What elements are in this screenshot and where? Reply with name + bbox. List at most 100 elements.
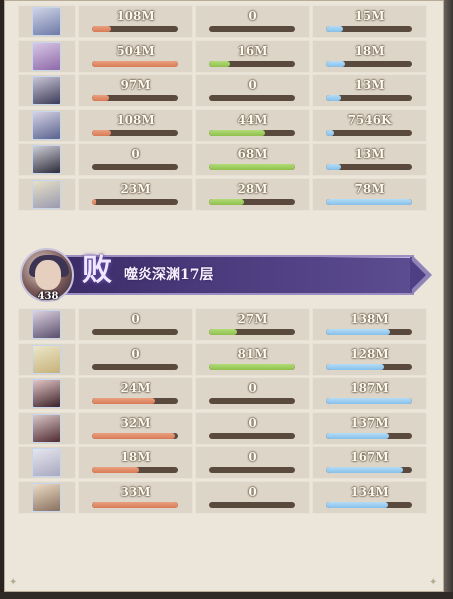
banner-decoration [320, 257, 410, 258]
damage-bar [92, 363, 178, 370]
heal-bar [326, 467, 412, 473]
damage-bar-fill [92, 60, 178, 67]
damage-bar [92, 329, 178, 335]
heal-value: 13M [354, 78, 385, 92]
damage-bar [92, 198, 178, 205]
heal-cell: 7546K [312, 108, 427, 142]
tank-cell: 16M [195, 39, 310, 73]
heal-value: 128M [350, 346, 389, 361]
heal-cell: 137M [312, 411, 427, 445]
avatar-cell [18, 177, 76, 211]
table-row: 24M 0 187M [18, 377, 427, 411]
heal-bar-fill [326, 95, 341, 101]
tank-bar [209, 60, 295, 67]
character-portrait-icon[interactable] [32, 41, 61, 71]
damage-cell: 23M [78, 177, 193, 211]
damage-bar-fill [92, 95, 110, 101]
heal-bar-fill [326, 329, 390, 335]
damage-cell: 18M [78, 446, 193, 479]
tank-cell: 0 [195, 74, 310, 107]
character-portrait-icon[interactable] [32, 76, 61, 105]
heal-cell: 167M [312, 446, 427, 479]
tank-cell: 27M [195, 308, 310, 341]
damage-value: 108M [116, 9, 155, 23]
character-portrait-icon[interactable] [32, 482, 61, 512]
damage-bar-fill [92, 26, 111, 32]
damage-cell: 32M [78, 411, 193, 445]
character-portrait-icon[interactable] [32, 310, 61, 339]
heal-bar [326, 432, 412, 439]
heal-bar [326, 164, 412, 170]
avatar-cell [18, 480, 76, 514]
tank-bar-fill [209, 329, 238, 335]
character-portrait-icon[interactable] [32, 7, 61, 36]
character-portrait-icon[interactable] [32, 110, 61, 140]
character-portrait-icon[interactable] [32, 179, 61, 209]
heal-value: 134M [350, 484, 389, 499]
tank-cell: 0 [195, 411, 310, 445]
heal-bar [326, 26, 412, 32]
heal-bar [326, 501, 412, 508]
character-portrait-icon[interactable] [32, 145, 61, 174]
hero-level: 438 [37, 291, 59, 302]
tank-value: 28M [237, 181, 268, 196]
tank-bar-fill [209, 129, 265, 136]
table-row: 0 81M 128M [18, 342, 427, 377]
heal-bar-fill [326, 164, 341, 170]
tank-bar [209, 164, 295, 170]
damage-bar [92, 398, 178, 404]
heal-value: 78M [354, 181, 385, 196]
tank-bar [209, 198, 295, 205]
avatar-cell [18, 143, 76, 176]
tank-value: 0 [248, 381, 257, 395]
heal-cell: 187M [312, 377, 427, 410]
character-portrait-icon[interactable] [32, 413, 61, 443]
tank-bar [209, 95, 295, 101]
table-row: 108M 0 15M [18, 5, 427, 39]
damage-cell: 108M [78, 5, 193, 38]
damage-cell: 0 [78, 342, 193, 376]
damage-bar [92, 501, 178, 508]
heal-value: 167M [350, 450, 389, 464]
team-banner[interactable]: 438 败 噬炎深渊17层 [20, 248, 432, 302]
character-portrait-icon[interactable] [32, 344, 61, 374]
damage-cell: 504M [78, 39, 193, 73]
character-portrait-icon[interactable] [32, 448, 61, 477]
tank-value: 0 [248, 450, 257, 464]
heal-bar-fill [326, 467, 403, 473]
heal-bar-fill [326, 398, 412, 404]
damage-cell: 0 [78, 143, 193, 176]
scrollbar[interactable] [444, 0, 453, 599]
heal-value: 137M [350, 415, 389, 430]
heal-bar [326, 129, 412, 136]
damage-value: 23M [120, 181, 151, 196]
tank-bar [209, 363, 295, 370]
heal-value: 15M [354, 9, 385, 23]
heal-value: 187M [350, 381, 389, 395]
tank-bar [209, 501, 295, 508]
damage-bar [92, 432, 178, 439]
heal-bar-fill [326, 26, 344, 32]
tank-bar [209, 329, 295, 335]
damage-cell: 33M [78, 480, 193, 514]
tank-value: 16M [237, 43, 268, 58]
damage-bar-fill [92, 432, 176, 439]
battle-result: 败 [82, 253, 112, 288]
table-row: 0 27M 138M [18, 308, 427, 342]
tank-value: 27M [237, 312, 268, 326]
tank-cell: 68M [195, 143, 310, 176]
table-row: 33M 0 134M [18, 480, 427, 515]
damage-value: 32M [120, 415, 151, 430]
avatar-cell [18, 377, 76, 410]
damage-value: 24M [120, 381, 151, 395]
character-portrait-icon[interactable] [32, 379, 61, 408]
damage-cell: 0 [78, 308, 193, 341]
damage-bar-fill [92, 398, 155, 404]
tank-bar-fill [209, 198, 245, 205]
heal-bar-fill [326, 363, 385, 370]
tank-bar [209, 467, 295, 473]
tank-value: 0 [248, 484, 257, 499]
damage-value: 108M [116, 112, 155, 127]
damage-cell: 97M [78, 74, 193, 107]
table-row: 504M 16M 18M [18, 39, 427, 74]
